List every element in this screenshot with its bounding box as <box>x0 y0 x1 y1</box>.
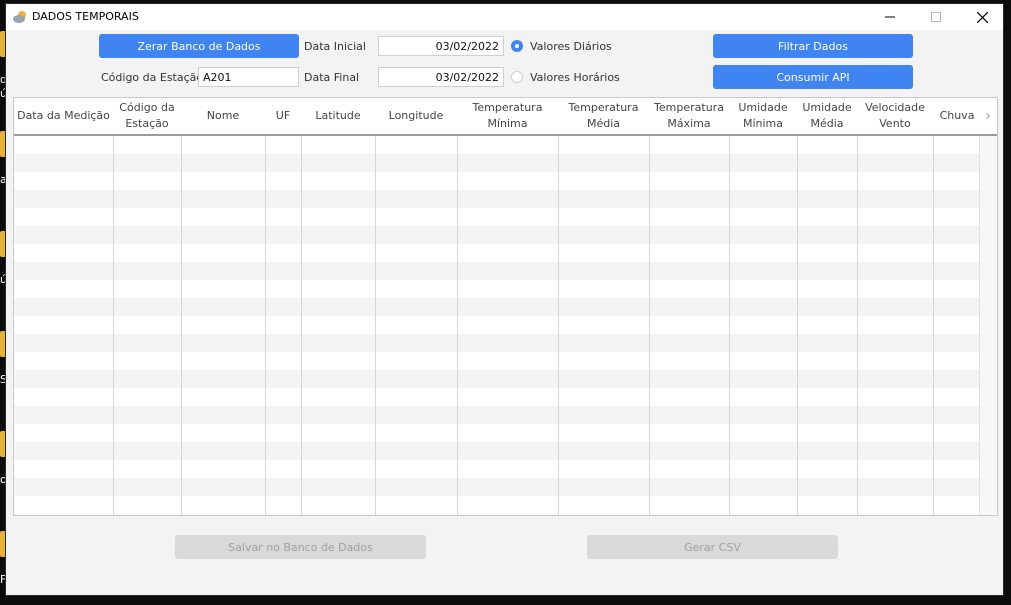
column-header[interactable]: Temperatura Média <box>558 98 649 134</box>
column-divider <box>457 136 458 515</box>
column-header[interactable]: Temperatura Máxima <box>649 98 729 134</box>
table-row[interactable] <box>14 226 981 244</box>
table-row[interactable] <box>14 406 981 424</box>
weather-cloud-icon <box>13 11 26 23</box>
column-header[interactable]: Data da Medição <box>14 98 113 134</box>
reset-database-button[interactable]: Zerar Banco de Dados <box>99 34 299 58</box>
maximize-button[interactable] <box>914 4 958 30</box>
table-row[interactable] <box>14 172 981 190</box>
column-divider <box>729 136 730 515</box>
close-button[interactable] <box>960 4 1004 30</box>
column-divider <box>649 136 650 515</box>
start-date-input[interactable]: 03/02/2022 <box>378 36 504 56</box>
column-divider <box>375 136 376 515</box>
consume-api-button[interactable]: Consumir API <box>713 65 913 89</box>
column-header[interactable]: Umidade Mínima <box>729 98 797 134</box>
close-icon <box>976 11 988 23</box>
table-row[interactable] <box>14 460 981 478</box>
table-row[interactable] <box>14 388 981 406</box>
table-row[interactable] <box>14 424 981 442</box>
column-divider <box>113 136 114 515</box>
app-window: DADOS TEMPORAIS Zerar Banco de Dados Cód… <box>5 3 1004 596</box>
generate-csv-button[interactable]: Gerar CSV <box>587 535 838 559</box>
column-header[interactable]: Temperatura Mínima <box>457 98 558 134</box>
table-body[interactable] <box>14 136 982 515</box>
column-divider <box>301 136 302 515</box>
column-header[interactable]: Velocidade Vento <box>857 98 933 134</box>
table-row[interactable] <box>14 190 981 208</box>
table-row[interactable] <box>14 334 981 352</box>
end-date-input[interactable]: 03/02/2022 <box>378 67 504 87</box>
table-row[interactable] <box>14 496 981 514</box>
table-row[interactable] <box>14 280 981 298</box>
column-header[interactable]: UF <box>265 98 301 134</box>
station-code-label: Código da Estação <box>101 71 204 84</box>
column-divider <box>181 136 182 515</box>
chevron-right-icon[interactable]: › <box>981 98 995 134</box>
title-bar[interactable]: DADOS TEMPORAIS <box>6 4 1003 30</box>
window-title: DADOS TEMPORAIS <box>32 10 139 23</box>
table-row[interactable] <box>14 298 981 316</box>
column-header[interactable]: Umidade Média <box>797 98 857 134</box>
table-row[interactable] <box>14 442 981 460</box>
station-code-input[interactable]: A201 <box>198 67 299 87</box>
save-to-database-button[interactable]: Salvar no Banco de Dados <box>175 535 426 559</box>
table-row[interactable] <box>14 352 981 370</box>
hourly-values-radio[interactable] <box>511 71 523 83</box>
data-table[interactable]: › Data da Medição Código da Estação Nome UF… <box>13 97 998 516</box>
column-header[interactable]: Código da Estação <box>113 98 181 134</box>
table-row[interactable] <box>14 370 981 388</box>
minimize-icon <box>885 16 895 18</box>
maximize-icon <box>931 12 941 22</box>
daily-values-radio[interactable] <box>511 40 523 52</box>
filter-data-button[interactable]: Filtrar Dados <box>713 34 913 58</box>
column-header[interactable]: Longitude <box>375 98 457 134</box>
table-row[interactable] <box>14 244 981 262</box>
table-row[interactable] <box>14 154 981 172</box>
table-row[interactable] <box>14 208 981 226</box>
start-date-label: Data Inicial <box>304 40 366 53</box>
daily-values-label[interactable]: Valores Diários <box>530 40 612 53</box>
vertical-scrollbar[interactable] <box>979 136 997 515</box>
column-header[interactable]: Latitude <box>301 98 375 134</box>
column-divider <box>857 136 858 515</box>
column-header[interactable]: Chuva <box>933 98 981 134</box>
column-divider <box>265 136 266 515</box>
table-row[interactable] <box>14 262 981 280</box>
minimize-button[interactable] <box>868 4 912 30</box>
column-divider <box>558 136 559 515</box>
column-header[interactable]: Nome <box>181 98 265 134</box>
hourly-values-label[interactable]: Valores Horários <box>530 71 620 84</box>
table-row[interactable] <box>14 478 981 496</box>
column-divider <box>933 136 934 515</box>
table-row[interactable] <box>14 316 981 334</box>
column-divider <box>797 136 798 515</box>
table-header: › Data da Medição Código da Estação Nome UF… <box>14 98 997 136</box>
end-date-label: Data Final <box>304 71 360 84</box>
table-row[interactable] <box>14 136 981 154</box>
